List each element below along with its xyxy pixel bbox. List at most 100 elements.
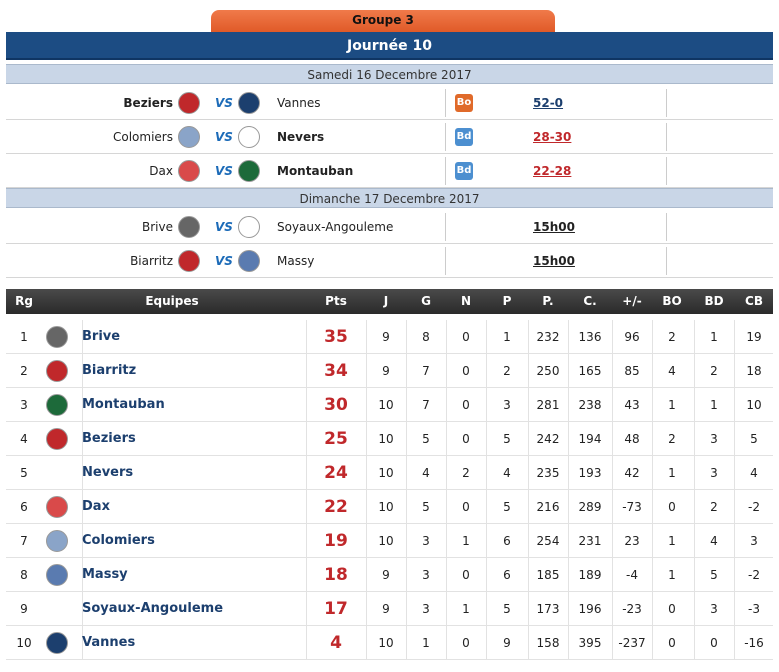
vs-label: VS bbox=[215, 254, 233, 268]
points-for: 232 bbox=[536, 330, 560, 344]
played: 9 bbox=[382, 602, 390, 616]
lost: 2 bbox=[503, 364, 511, 378]
points-for: 254 bbox=[536, 534, 560, 548]
col-bd[interactable]: BD bbox=[694, 289, 734, 314]
rank: 10 bbox=[16, 636, 32, 650]
col-p[interactable]: P bbox=[486, 289, 528, 314]
won: 1 bbox=[422, 636, 430, 650]
col-bo[interactable]: BO bbox=[652, 289, 692, 314]
cb-value: -2 bbox=[748, 568, 760, 582]
cb-value: 4 bbox=[750, 466, 758, 480]
team-name-link[interactable]: Colomiers bbox=[82, 524, 302, 558]
col-n[interactable]: N bbox=[446, 289, 486, 314]
home-team[interactable]: Brive bbox=[13, 210, 173, 244]
divider bbox=[445, 157, 446, 185]
bonus-defensive: 3 bbox=[710, 466, 718, 480]
table-row: 4 25 10 5 0 5 242 194 48 2 3 5 Beziers bbox=[6, 422, 773, 456]
divider bbox=[666, 247, 667, 275]
match-score-link[interactable]: 15h00 bbox=[533, 210, 575, 244]
team-logo-icon bbox=[46, 530, 68, 552]
played: 10 bbox=[378, 432, 394, 446]
drawn: 0 bbox=[462, 330, 470, 344]
cb-value: -16 bbox=[744, 636, 764, 650]
divider bbox=[666, 157, 667, 185]
col-equipes[interactable]: Equipes bbox=[82, 289, 262, 314]
col-c[interactable]: C. bbox=[568, 289, 612, 314]
bonus-defensive: 5 bbox=[710, 568, 718, 582]
points-for: 216 bbox=[536, 500, 560, 514]
rank: 4 bbox=[20, 432, 28, 446]
bonus-defensive: 0 bbox=[710, 636, 718, 650]
team-logo-icon bbox=[46, 326, 68, 348]
bonus-offensive: 0 bbox=[668, 602, 676, 616]
drawn: 1 bbox=[462, 602, 470, 616]
table-row: 8 18 9 3 0 6 185 189 -4 1 5 -2 Massy bbox=[6, 558, 773, 592]
home-team[interactable]: Colomiers bbox=[13, 120, 173, 154]
col-diff[interactable]: +/- bbox=[612, 289, 652, 314]
won: 7 bbox=[422, 364, 430, 378]
team-name-link[interactable]: Brive bbox=[82, 320, 302, 354]
points-for: 158 bbox=[536, 636, 560, 650]
team-name-link[interactable]: Beziers bbox=[82, 422, 302, 456]
point-diff: -237 bbox=[618, 636, 646, 650]
away-team[interactable]: Massy bbox=[277, 244, 314, 278]
team-logo-icon bbox=[46, 564, 68, 586]
team-name-link[interactable]: Dax bbox=[82, 490, 302, 524]
col-cb[interactable]: CB bbox=[734, 289, 774, 314]
cb-value: 10 bbox=[746, 398, 762, 412]
team-logo-icon bbox=[46, 496, 68, 518]
played: 10 bbox=[378, 500, 394, 514]
cb-value: 5 bbox=[750, 432, 758, 446]
cb-value: 19 bbox=[746, 330, 762, 344]
home-team[interactable]: Biarritz bbox=[13, 244, 173, 278]
home-team[interactable]: Dax bbox=[13, 154, 173, 188]
table-row: 9 17 9 3 1 5 173 196 -23 0 3 -3 Soyaux-Angouleme bbox=[6, 592, 773, 626]
away-team-logo-icon bbox=[238, 160, 260, 182]
drawn: 0 bbox=[462, 568, 470, 582]
team-name-link[interactable]: Vannes bbox=[82, 626, 302, 660]
group-tab[interactable]: Groupe 3 bbox=[211, 10, 555, 32]
home-team-logo-icon bbox=[178, 126, 200, 148]
col-rg[interactable]: Rg bbox=[6, 289, 42, 314]
team-logo-icon bbox=[46, 428, 68, 450]
team-name-link[interactable]: Soyaux-Angouleme bbox=[82, 592, 302, 626]
match-score-link[interactable]: 52-0 bbox=[533, 86, 563, 120]
points-for: 173 bbox=[536, 602, 560, 616]
away-team[interactable]: Montauban bbox=[277, 154, 353, 188]
col-j[interactable]: J bbox=[366, 289, 406, 314]
played: 9 bbox=[382, 364, 390, 378]
match-score-link[interactable]: 28-30 bbox=[533, 120, 571, 154]
match-row: Beziers VS Vannes Bo 52-0 bbox=[6, 86, 773, 120]
col-g[interactable]: G bbox=[406, 289, 446, 314]
match-score-link[interactable]: 15h00 bbox=[533, 244, 575, 278]
lost: 3 bbox=[503, 398, 511, 412]
bonus-defensive: 2 bbox=[710, 500, 718, 514]
lost: 5 bbox=[503, 500, 511, 514]
won: 3 bbox=[422, 534, 430, 548]
points-for: 235 bbox=[536, 466, 560, 480]
rank: 9 bbox=[20, 602, 28, 616]
col-pts[interactable]: Pts bbox=[306, 289, 366, 314]
group-tab-label: Groupe 3 bbox=[211, 10, 555, 32]
point-diff: 96 bbox=[624, 330, 640, 344]
table-row: 3 30 10 7 0 3 281 238 43 1 1 10 Montauban bbox=[6, 388, 773, 422]
lost: 9 bbox=[503, 636, 511, 650]
standings-header: Rg Equipes Pts J G N P P. C. +/- BO BD C… bbox=[6, 289, 773, 314]
drawn: 0 bbox=[462, 398, 470, 412]
team-logo-icon bbox=[46, 394, 68, 416]
away-team[interactable]: Nevers bbox=[277, 120, 324, 154]
team-name-link[interactable]: Biarritz bbox=[82, 354, 302, 388]
team-name-link[interactable]: Nevers bbox=[82, 456, 302, 490]
match-score-link[interactable]: 22-28 bbox=[533, 154, 571, 188]
point-diff: -73 bbox=[622, 500, 642, 514]
away-team[interactable]: Vannes bbox=[277, 86, 320, 120]
date-bar-saturday: Samedi 16 Decembre 2017 bbox=[6, 64, 773, 84]
team-name-link[interactable]: Massy bbox=[82, 558, 302, 592]
away-team[interactable]: Soyaux-Angouleme bbox=[277, 210, 393, 244]
col-pp[interactable]: P. bbox=[528, 289, 568, 314]
team-name-link[interactable]: Montauban bbox=[82, 388, 302, 422]
points-against: 231 bbox=[578, 534, 602, 548]
bonus-offensive: 0 bbox=[668, 636, 676, 650]
home-team[interactable]: Beziers bbox=[13, 86, 173, 120]
won: 7 bbox=[422, 398, 430, 412]
